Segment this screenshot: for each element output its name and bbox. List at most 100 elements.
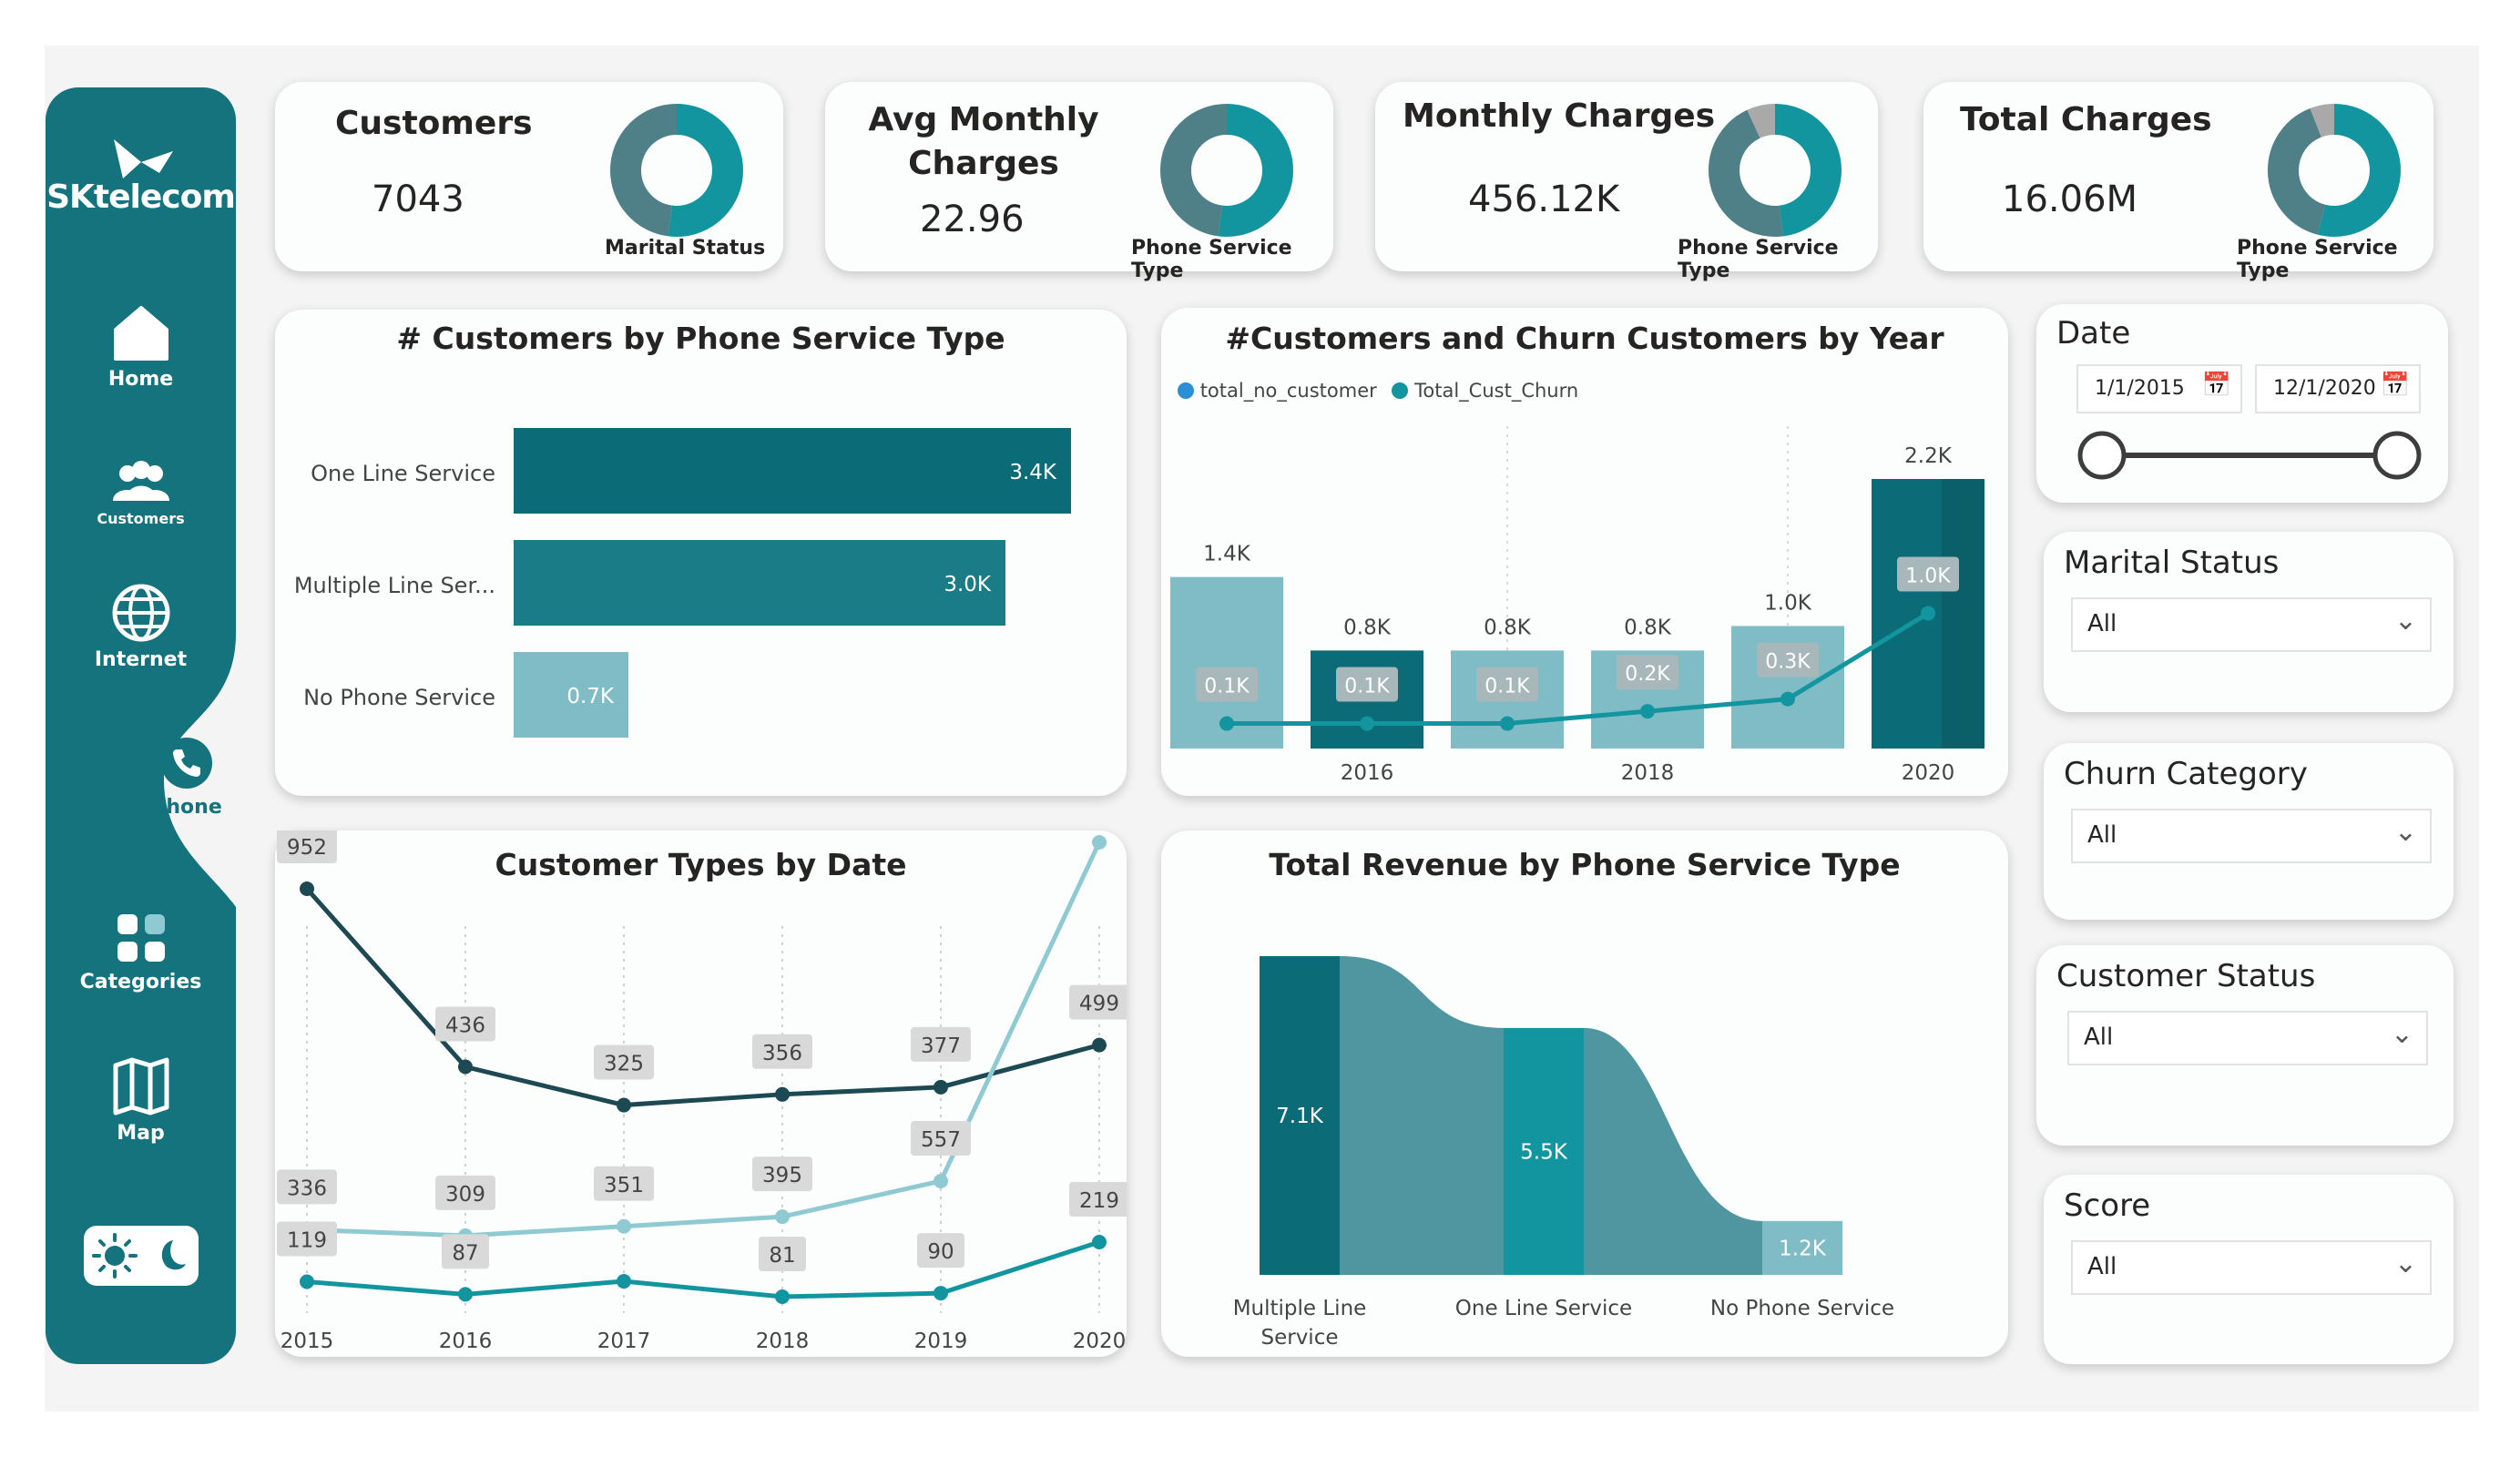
churn-value-label: 0.1K [1484, 676, 1530, 698]
churn-value-label: 0.2K [1625, 663, 1670, 686]
slicer-marital-status: Marital Status All ⌄ [2044, 532, 2454, 712]
category-label: One Line Service [1455, 1297, 1632, 1320]
users-icon [112, 461, 169, 501]
series-point[interactable] [617, 1097, 631, 1113]
x-tick-label: 2019 [914, 1330, 968, 1353]
series-point[interactable] [458, 1059, 473, 1075]
bar-category-label: No Phone Service [303, 685, 495, 710]
kpi-donut-chart[interactable] [608, 102, 745, 239]
chevron-down-icon: ⌄ [2390, 1018, 2413, 1050]
nav-item-customers[interactable]: Customers [46, 459, 236, 527]
series-point[interactable] [934, 1286, 948, 1301]
x-tick-label: 2016 [1341, 761, 1394, 785]
x-tick-label: 2020 [1902, 761, 1955, 785]
series-point[interactable] [300, 1274, 314, 1289]
churn-category-dropdown[interactable]: All ⌄ [2071, 809, 2432, 863]
chevron-down-icon: ⌄ [2393, 816, 2417, 848]
nav-item-categories[interactable]: Categories [46, 911, 236, 993]
series-point[interactable] [1092, 1037, 1107, 1053]
category-label: Multiple Line [1233, 1297, 1367, 1320]
bar[interactable] [514, 540, 1005, 626]
slider-handle-end[interactable] [2372, 431, 2422, 480]
series-point[interactable] [934, 1174, 948, 1188]
customer-status-dropdown[interactable]: All ⌄ [2067, 1011, 2428, 1065]
hbar-chart: One Line Service 3.4K Multiple Line Ser...… [294, 428, 1071, 738]
marital-status-dropdown[interactable]: All ⌄ [2071, 597, 2432, 652]
series-line [305, 887, 1100, 1108]
kpi-title: Monthly Charges [1403, 97, 1716, 135]
kpi-title: Total Charges [1960, 101, 2212, 138]
nav-active-notch [164, 634, 236, 907]
x-tick-label: 2016 [439, 1330, 493, 1353]
x-tick-label: 2018 [756, 1330, 810, 1353]
kpi-value: 456.12K [1468, 178, 1620, 220]
series-point[interactable] [775, 1086, 790, 1102]
slider-handle-start[interactable] [2077, 431, 2127, 480]
category-label: Service [1260, 1326, 1338, 1350]
bar-value-label: 7.1K [1276, 1105, 1324, 1128]
bar[interactable] [514, 428, 1071, 514]
series-point[interactable] [617, 1218, 631, 1234]
ribbon-connector [1584, 1027, 1762, 1275]
bar-category-label: One Line Service [311, 461, 495, 486]
column-bar-overlay [1941, 479, 1984, 749]
bar-category-label: Multiple Line Ser... [294, 573, 495, 598]
churn-point[interactable] [1360, 716, 1374, 731]
moon-icon [161, 1240, 186, 1270]
slicer-date: Date 1/1/2015 📅 12/1/2020 📅 [2036, 304, 2448, 503]
map-icon [113, 1057, 168, 1116]
data-label: 436 [445, 1014, 485, 1037]
kpi-title: Avg Monthly Charges [868, 101, 1099, 182]
data-label: 81 [769, 1244, 795, 1268]
brand-logo-text: SKtelecom [46, 178, 236, 216]
series-point[interactable] [458, 1287, 473, 1302]
slicer-title: Churn Category [2064, 756, 2308, 792]
data-label: 377 [921, 1034, 961, 1058]
column-value-label: 0.8K [1624, 616, 1672, 639]
churn-point[interactable] [1640, 704, 1655, 719]
brand-logo: SKtelecom [46, 135, 236, 216]
nav-item-home[interactable]: Home [46, 304, 236, 391]
donut-label: Phone Service Type [1131, 237, 1292, 282]
x-tick-label: 2017 [597, 1330, 651, 1353]
date-range-slider[interactable] [2036, 304, 2448, 503]
churn-point[interactable] [1219, 716, 1234, 731]
kpi-donut-chart[interactable] [2266, 102, 2403, 239]
dropdown-value: All [2087, 610, 2117, 637]
line-chart: 2015 2016 2017 2018 2019 2020 952 436 325 356 377 4… [277, 830, 1127, 1353]
series-point[interactable] [1092, 835, 1107, 850]
chevron-down-icon: ⌄ [2393, 1248, 2417, 1279]
slicer-title: Customer Status [2056, 958, 2316, 994]
ribbon-chart: 7.1K Multiple Line Service 5.5K One Line Ser… [1233, 956, 1894, 1350]
nav-item-map[interactable]: Map [46, 1056, 236, 1145]
kpi-card-total-charges: Total Charges 16.06M Phone Service Type [1923, 82, 2433, 282]
nav-item-internet[interactable]: Internet [46, 583, 236, 671]
churn-value-label: 0.3K [1765, 651, 1811, 674]
churn-point[interactable] [1921, 606, 1935, 621]
churn-point[interactable] [1500, 716, 1515, 731]
kpi-card-customers: Customers 7043 Marital Status [275, 82, 783, 271]
sun-icon [92, 1233, 138, 1279]
category-label: No Phone Service [1710, 1297, 1894, 1320]
bar-value-label: 1.2K [1779, 1237, 1827, 1260]
series-point[interactable] [1092, 1235, 1107, 1249]
kpi-donut-chart[interactable] [1158, 102, 1295, 239]
data-label: 557 [921, 1128, 961, 1152]
nav-item-phone[interactable]: Phone [137, 736, 237, 819]
donut-label: Phone Service Type [2237, 237, 2398, 282]
series-point[interactable] [300, 881, 314, 896]
series-point[interactable] [775, 1289, 790, 1304]
churn-value-label: 0.1K [1344, 676, 1390, 698]
series-line [306, 1239, 1100, 1299]
data-label: 336 [287, 1177, 327, 1200]
globe-icon [112, 584, 169, 642]
data-label: 119 [287, 1228, 327, 1252]
series-point[interactable] [617, 1274, 631, 1289]
series-point[interactable] [775, 1209, 790, 1225]
chart-card-customers-churn-by-year: #Customers and Churn Customers by Year t… [1161, 308, 2008, 796]
score-dropdown[interactable]: All ⌄ [2071, 1240, 2432, 1295]
theme-toggle[interactable] [84, 1226, 199, 1286]
churn-point[interactable] [1780, 691, 1795, 707]
kpi-donut-chart[interactable] [1707, 102, 1843, 239]
series-point[interactable] [934, 1079, 948, 1095]
